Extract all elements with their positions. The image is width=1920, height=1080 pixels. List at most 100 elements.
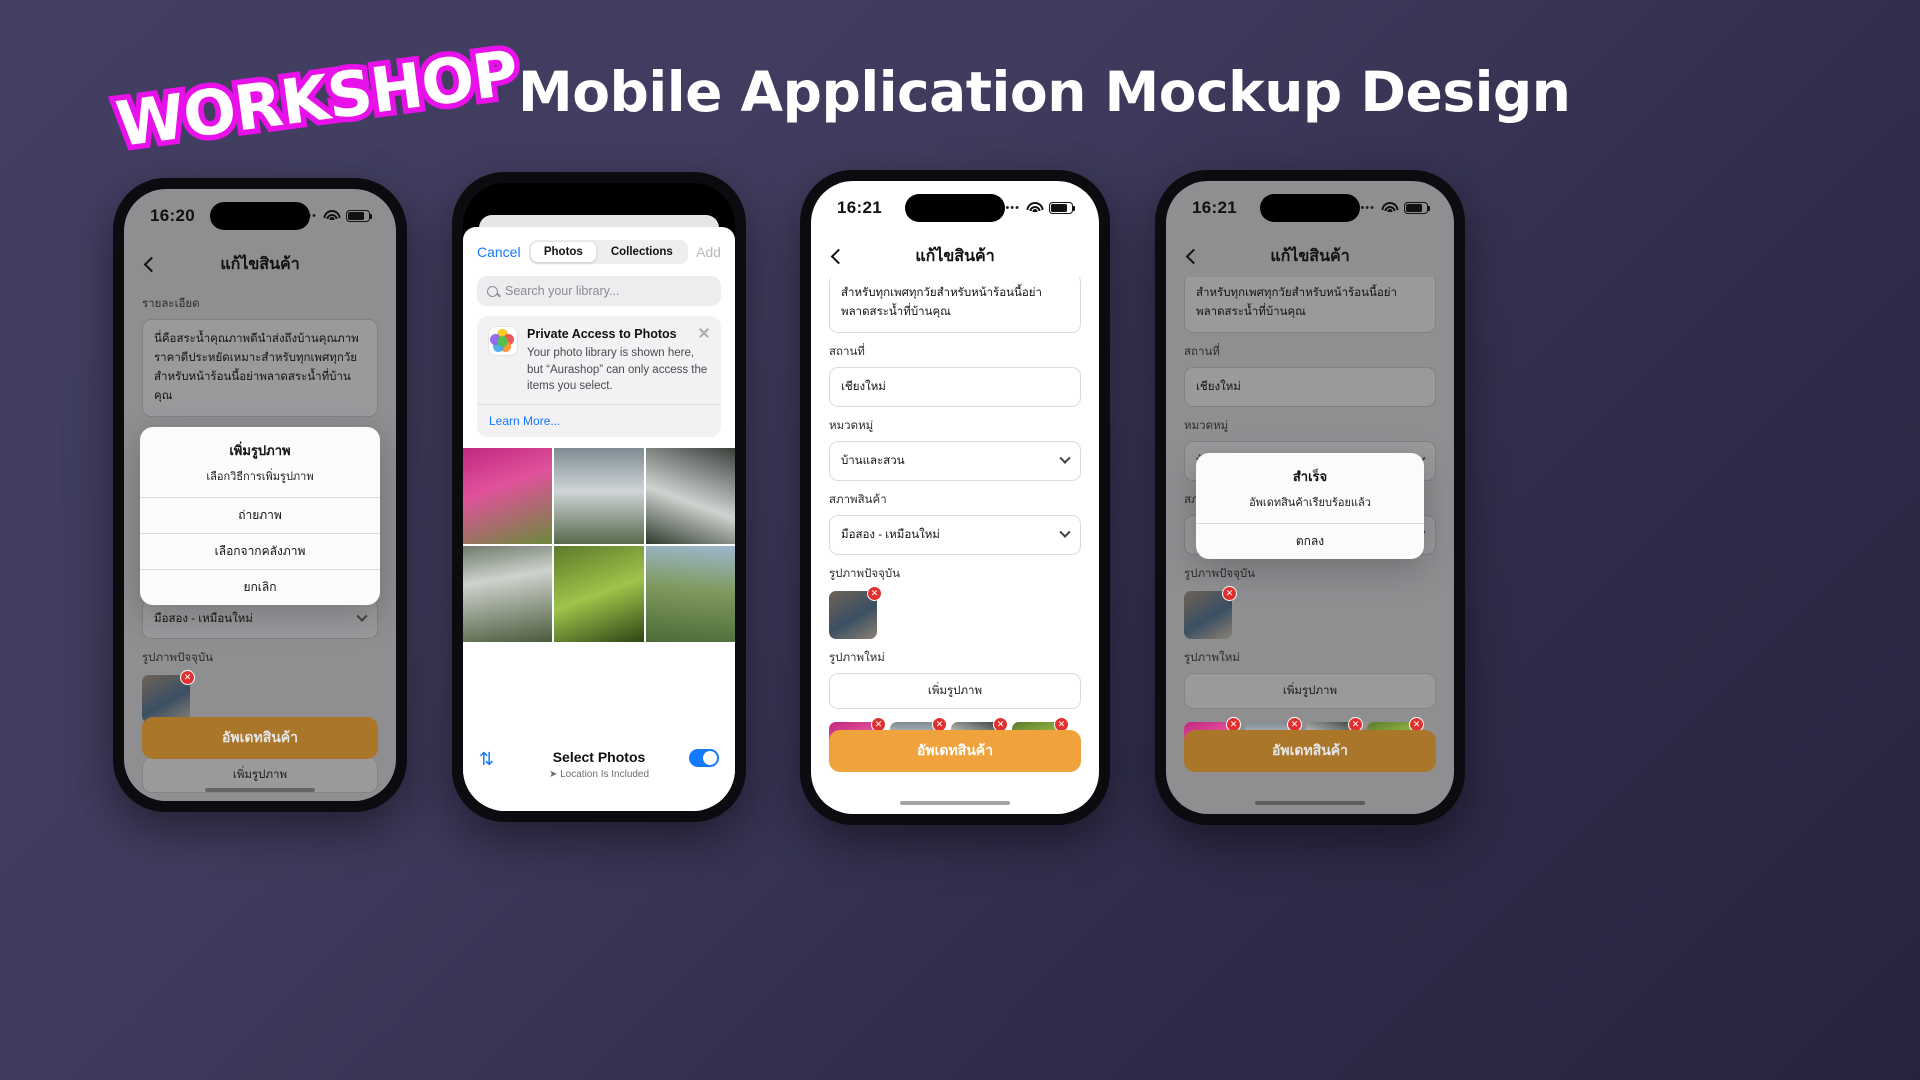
detail-field[interactable]: นี่คือสระน้ำคุณภาพดีนำส่งถึงบ้านคุณภาพรา…: [142, 319, 378, 417]
current-images-row: ✕: [829, 585, 1081, 639]
privacy-body: Your photo library is shown here, but “A…: [527, 347, 708, 393]
phone-mockup-3: 16:21 •••• แก้ไขสินค้า สำหรับทุกเพศทุกวั…: [800, 170, 1110, 825]
nav-bar: แก้ไขสินค้า: [811, 235, 1099, 277]
photo-cell[interactable]: [463, 546, 553, 643]
label-new-images: รูปภาพใหม่: [1184, 651, 1240, 664]
cancel-button[interactable]: Cancel: [477, 244, 521, 260]
condition-select[interactable]: มือสอง - เหมือนใหม่: [829, 514, 1081, 555]
back-icon[interactable]: [830, 248, 847, 264]
chevron-down-icon: [356, 610, 368, 622]
back-icon[interactable]: [143, 256, 160, 272]
alert-title: สำเร็จ: [1292, 469, 1328, 484]
detail-field[interactable]: สำหรับทุกเพศทุกวัยสำหรับหน้าร้อนนี้อย่าพ…: [1184, 277, 1436, 333]
page-title: Mobile Application Mockup Design: [518, 60, 1571, 124]
close-icon[interactable]: [698, 326, 710, 338]
label-condition: สภาพสินค้า: [829, 493, 887, 506]
label-current-images: รูปภาพปัจจุบัน: [1184, 567, 1256, 580]
phone2-screen: Cancel Photos Collections Add Search you…: [463, 183, 735, 811]
condition-value: มือสอง - เหมือนใหม่: [154, 612, 253, 625]
photo-cell[interactable]: [463, 448, 553, 545]
wifi-icon: [1381, 202, 1398, 214]
detail-field[interactable]: สำหรับทุกเพศทุกวัยสำหรับหน้าร้อนนี้อย่าพ…: [829, 277, 1081, 333]
label-place: สถานที่: [1184, 345, 1220, 358]
add-image-button[interactable]: เพิ่มรูปภาพ: [1184, 672, 1436, 709]
battery-icon: [346, 210, 373, 222]
learn-more-link[interactable]: Learn More...: [477, 404, 721, 437]
home-indicator: [1255, 800, 1365, 805]
photo-cell[interactable]: [554, 546, 644, 643]
remove-image-icon[interactable]: ✕: [1222, 585, 1237, 601]
phone1-screen: 16:20 •••• แก้ไขสินค้า รายละเอียด นี่คือ…: [124, 189, 396, 801]
nav-title: แก้ไขสินค้า: [220, 255, 300, 273]
status-time: 16:20: [150, 206, 195, 225]
label-place: สถานที่: [829, 345, 865, 358]
phone4-screen: 16:21 •••• แก้ไขสินค้า สำหรับทุกเพศทุกวั…: [1166, 181, 1454, 814]
action-sheet-title: เพิ่มรูปภาพ: [229, 443, 291, 458]
category-value: บ้านและสวน: [841, 454, 905, 467]
phone3-screen: 16:21 •••• แก้ไขสินค้า สำหรับทุกเพศทุกวั…: [811, 181, 1099, 814]
label-current-images: รูปภาพปัจจุบัน: [142, 651, 214, 664]
place-field[interactable]: เชียงใหม่: [1184, 366, 1436, 407]
wifi-icon: [1026, 202, 1043, 214]
location-toggle[interactable]: [689, 749, 719, 767]
nav-title: แก้ไขสินค้า: [1270, 247, 1350, 265]
home-indicator: [900, 800, 1010, 805]
search-icon: [487, 285, 498, 297]
photo-cell[interactable]: [645, 546, 735, 643]
phone-mockup-4: 16:21 •••• แก้ไขสินค้า สำหรับทุกเพศทุกวั…: [1155, 170, 1465, 825]
workshop-badge: WORKSHOP: [106, 30, 527, 166]
location-included-label: ➤ Location Is Included: [548, 769, 650, 780]
photo-cell[interactable]: [645, 448, 735, 545]
category-select[interactable]: บ้านและสวน: [829, 440, 1081, 481]
tab-collections[interactable]: Collections: [598, 242, 686, 262]
label-current-images: รูปภาพปัจจุบัน: [829, 567, 901, 580]
nav-bar: แก้ไขสินค้า: [124, 243, 396, 285]
add-image-action-sheet: เพิ่มรูปภาพ เลือกวิธีการเพิ่มรูปภาพ ถ่าย…: [140, 427, 380, 605]
back-icon[interactable]: [1185, 248, 1202, 264]
status-time: 16:21: [837, 198, 882, 217]
image-thumb[interactable]: ✕: [142, 669, 195, 723]
alert-ok-button[interactable]: ตกลง: [1196, 523, 1424, 559]
remove-image-icon[interactable]: ✕: [180, 669, 195, 685]
alert-message: อัพเดทสินค้าเรียบร้อยแล้ว: [1249, 497, 1371, 509]
label-category: หมวดหมู่: [1184, 419, 1229, 432]
photo-cell[interactable]: [554, 448, 644, 545]
action-take-photo[interactable]: ถ่ายภาพ: [140, 497, 380, 533]
battery-icon: [1404, 202, 1431, 214]
dynamic-island: [1260, 194, 1360, 222]
submit-button[interactable]: อัพเดทสินค้า: [829, 730, 1081, 772]
label-new-images: รูปภาพใหม่: [829, 651, 885, 664]
phone-mockup-1: 16:20 •••• แก้ไขสินค้า รายละเอียด นี่คือ…: [113, 178, 407, 812]
action-cancel[interactable]: ยกเลิก: [140, 569, 380, 605]
search-input[interactable]: Search your library...: [477, 276, 721, 306]
dynamic-island: [905, 194, 1005, 222]
tab-photos[interactable]: Photos: [530, 242, 596, 262]
success-alert: สำเร็จ อัพเดทสินค้าเรียบร้อยแล้ว ตกลง: [1196, 453, 1424, 559]
picker-toolbar: Cancel Photos Collections Add: [463, 227, 735, 274]
label-detail: รายละเอียด: [142, 298, 200, 310]
photo-picker-sheet: Cancel Photos Collections Add Search you…: [463, 227, 735, 811]
current-images-row: ✕: [142, 669, 378, 723]
remove-image-icon[interactable]: ✕: [867, 585, 882, 601]
image-thumb[interactable]: ✕: [829, 585, 882, 639]
current-images-row: ✕: [1184, 585, 1436, 639]
nav-bar: แก้ไขสินค้า: [1166, 235, 1454, 277]
photos-app-icon: [489, 327, 517, 355]
picker-footer: ⇅ Select Photos ➤ Location Is Included: [463, 739, 735, 811]
action-choose-library[interactable]: เลือกจากคลังภาพ: [140, 533, 380, 569]
wifi-icon: [323, 210, 340, 222]
dynamic-island: [210, 202, 310, 230]
picker-tabs[interactable]: Photos Collections: [528, 240, 688, 264]
submit-button[interactable]: อัพเดทสินค้า: [1184, 730, 1436, 772]
place-field[interactable]: เชียงใหม่: [829, 366, 1081, 407]
action-sheet-subtitle: เลือกวิธีการเพิ่มรูปภาพ: [206, 471, 314, 483]
nav-title: แก้ไขสินค้า: [915, 247, 995, 265]
submit-button[interactable]: อัพเดทสินค้า: [142, 717, 378, 759]
image-thumb[interactable]: ✕: [1184, 585, 1237, 639]
add-button[interactable]: Add: [696, 244, 721, 260]
search-placeholder: Search your library...: [505, 284, 620, 298]
add-image-button[interactable]: เพิ่มรูปภาพ: [829, 672, 1081, 709]
battery-icon: [1049, 202, 1076, 214]
page-header: WORKSHOP Mobile Application Mockup Desig…: [0, 0, 1920, 185]
chevron-down-icon: [1059, 452, 1071, 464]
